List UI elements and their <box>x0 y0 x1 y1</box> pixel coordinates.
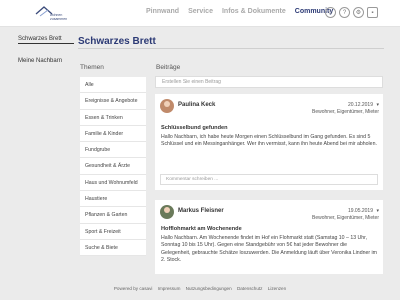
topic-item[interactable]: Sport & Freizeit <box>80 224 146 240</box>
topic-item[interactable]: Gesundheit & Ärzte <box>80 158 146 175</box>
chevron-down-icon[interactable]: ▾ <box>376 208 379 214</box>
avatar[interactable] <box>160 205 174 219</box>
emoji-icon[interactable]: ☺ <box>325 7 336 18</box>
post-author-role: Bewohner, Eigentümer, Mieter <box>312 215 379 221</box>
post-card: Markus Fleisner 19.05.2019 ▾ Bewohner, E… <box>155 200 383 274</box>
logo-line-2: zusammen <box>50 17 68 21</box>
nav-pinnwand[interactable]: Pinnwand <box>146 8 179 15</box>
post-card: Paulina Keck 20.12.2019 ▾ Bewohner, Eige… <box>155 94 383 190</box>
post-date: 19.05.2019 <box>347 208 373 214</box>
post-author[interactable]: Markus Fleisner <box>178 208 224 214</box>
post-title: Schlüsselbund gefunden <box>161 125 228 131</box>
avatar[interactable] <box>160 99 174 113</box>
sidebar-item-meine-nachbarn[interactable]: Meine Nachbarn <box>18 56 74 66</box>
post-title: Hofflohmarkt am Wochenende <box>161 226 242 232</box>
post-body: Hallo Nachbarn. Am Wochenende findet im … <box>161 235 377 264</box>
top-bar: wohnen zusammen Pinnwand Service Infos &… <box>0 0 400 27</box>
post-author[interactable]: Paulina Keck <box>178 102 215 108</box>
posts-heading: Beiträge <box>156 64 181 71</box>
create-post-input[interactable]: Erstellen Sie einen Beitrag <box>155 76 383 88</box>
sidebar: Schwarzes Brett Meine Nachbarn <box>18 34 74 66</box>
topic-item[interactable]: Haus und Wohnumfeld <box>80 175 146 192</box>
header-icons: ☺ ? ⚙ ▪ <box>325 7 381 18</box>
question-icon[interactable]: ? <box>339 7 350 18</box>
topic-item[interactable]: Alle <box>80 77 146 94</box>
footer-impressum[interactable]: Impressum <box>158 286 181 291</box>
page-title: Schwarzes Brett <box>78 36 156 47</box>
post-author-role: Bewohner, Eigentümer, Mieter <box>312 109 379 115</box>
topic-item[interactable]: Fundgrube <box>80 142 146 159</box>
user-icon[interactable]: ▪ <box>367 7 378 18</box>
topic-item[interactable]: Essen & Trinken <box>80 110 146 126</box>
title-divider <box>78 48 384 49</box>
topic-item[interactable]: Ereignisse & Angebote <box>80 93 146 110</box>
post-body: Hallo Nachbarn, ich habe heute Morgen ei… <box>161 134 377 148</box>
sidebar-item-schwarzes-brett[interactable]: Schwarzes Brett <box>18 34 74 44</box>
topics-heading: Themen <box>80 64 104 71</box>
topic-item[interactable]: Pflanzen & Garten <box>80 207 146 224</box>
footer-lizenzen[interactable]: Lizenzen <box>268 286 286 291</box>
footer: Powered by casavi Impressum Nutzungsbedi… <box>0 286 400 291</box>
footer-powered-by[interactable]: Powered by casavi <box>114 286 153 291</box>
chevron-down-icon[interactable]: ▾ <box>376 102 379 108</box>
logo-text: wohnen zusammen <box>50 13 67 21</box>
post-date: 20.12.2019 <box>347 102 373 108</box>
nav-infos-dokumente[interactable]: Infos & Dokumente <box>222 8 286 15</box>
topic-item[interactable]: Haustiere <box>80 191 146 208</box>
topic-item[interactable]: Suche & Biete <box>80 240 146 257</box>
comment-input[interactable]: Kommentar schreiben ... <box>160 174 378 185</box>
gear-icon[interactable]: ⚙ <box>353 7 364 18</box>
topic-list: Alle Ereignisse & Angebote Essen & Trink… <box>80 77 146 257</box>
nav-service[interactable]: Service <box>188 8 213 15</box>
main-nav: Pinnwand Service Infos & Dokumente Commu… <box>146 8 342 15</box>
footer-nutzungsbedingungen[interactable]: Nutzungsbedingungen <box>186 286 232 291</box>
footer-datenschutz[interactable]: Datenschutz <box>237 286 263 291</box>
topic-item[interactable]: Familie & Kinder <box>80 126 146 143</box>
